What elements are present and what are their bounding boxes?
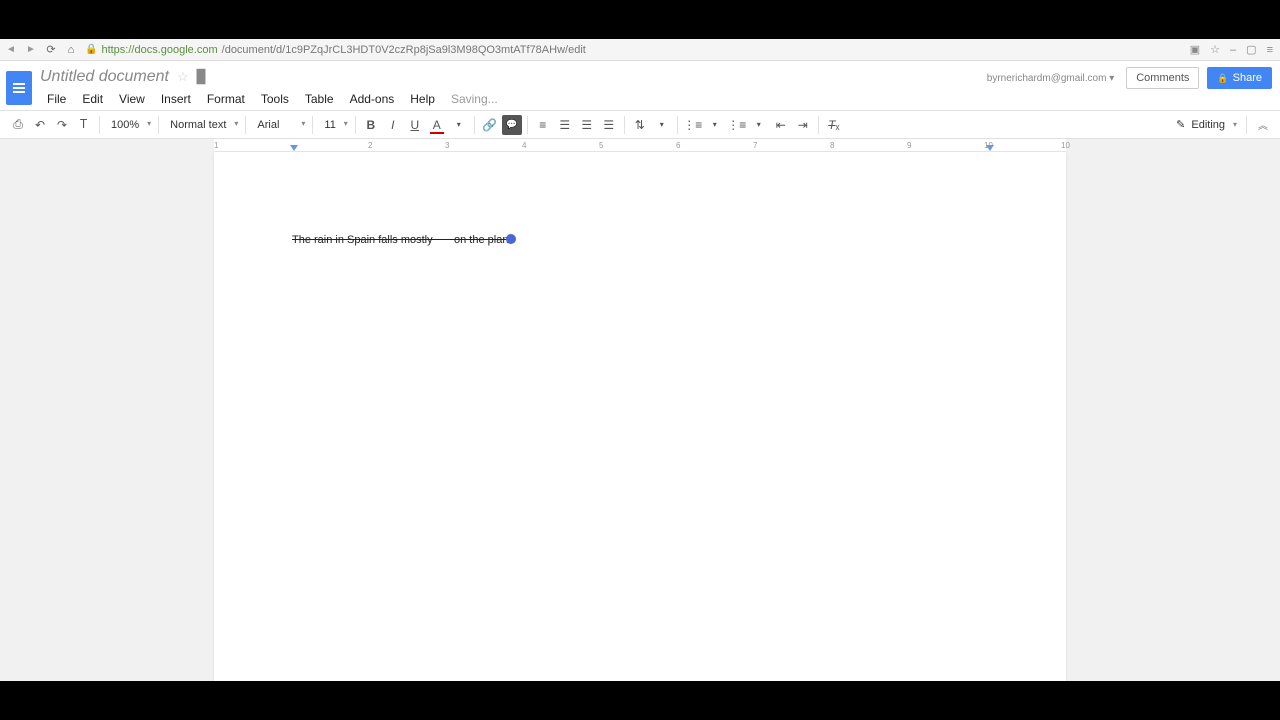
align-right-icon[interactable]: ☰: [577, 115, 597, 135]
minimize-icon[interactable]: –: [1228, 44, 1238, 56]
share-label: Share: [1233, 72, 1262, 84]
forward-arrow-icon[interactable]: ►: [25, 44, 37, 56]
document-page[interactable]: The rain in Spain falls mostly on the pl…: [214, 152, 1066, 681]
insert-comment-icon[interactable]: 💬: [502, 115, 522, 135]
ruler-tick: 1: [214, 141, 218, 150]
undo-icon[interactable]: ↶: [30, 115, 50, 135]
ruler-tick: 10: [1061, 141, 1070, 150]
numbered-list-dropdown-icon[interactable]: ▾: [705, 115, 725, 135]
url-domain: https://docs.google.com: [101, 44, 217, 56]
print-icon[interactable]: ⎙: [8, 115, 28, 135]
reader-icon[interactable]: ▣: [1188, 43, 1202, 56]
menu-insert[interactable]: Insert: [154, 89, 198, 109]
star-icon[interactable]: ☆: [177, 69, 189, 85]
font-size-select[interactable]: 11: [318, 117, 349, 133]
docs-logo-icon[interactable]: [6, 71, 32, 105]
ruler-tick: 3: [445, 141, 449, 150]
italic-button[interactable]: I: [383, 115, 403, 135]
ruler-tick: 7: [753, 141, 757, 150]
line-spacing-icon[interactable]: ⇅: [630, 115, 650, 135]
ruler-tick: 6: [676, 141, 680, 150]
paint-format-icon[interactable]: Ꭲ: [74, 115, 94, 135]
editing-mode-select[interactable]: ✎ Editing: [1170, 115, 1239, 134]
menu-tools[interactable]: Tools: [254, 89, 296, 109]
menu-addons[interactable]: Add-ons: [343, 89, 402, 109]
pencil-icon: ✎: [1176, 118, 1185, 131]
align-left-icon[interactable]: ≡: [533, 115, 553, 135]
comments-button[interactable]: Comments: [1126, 67, 1199, 89]
insert-link-icon[interactable]: 🔗: [480, 115, 500, 135]
paragraph-style-select[interactable]: Normal text: [164, 117, 240, 133]
user-email[interactable]: byrnerichardm@gmail.com ▾: [987, 73, 1114, 84]
lock-icon: 🔒: [85, 44, 97, 55]
browser-toolbar: ◄ ► ⟳ ⌂ 🔒 https://docs.google.com/docume…: [0, 39, 1280, 61]
ruler-tick: 2: [368, 141, 372, 150]
menu-view[interactable]: View: [112, 89, 152, 109]
bookmark-star-icon[interactable]: ☆: [1208, 43, 1222, 56]
increase-indent-icon[interactable]: ⇥: [793, 115, 813, 135]
collapse-toolbar-icon[interactable]: ︽: [1254, 115, 1272, 134]
ruler-tick: 10: [984, 141, 993, 150]
ruler-tick: 5: [599, 141, 603, 150]
maximize-icon[interactable]: ▢: [1244, 43, 1258, 56]
zoom-select[interactable]: 100%: [105, 117, 153, 133]
url-path: /document/d/1c9PZqJrCL3HDT0V2czRp8jSa9l3…: [222, 44, 586, 56]
menu-icon[interactable]: ≡: [1265, 44, 1275, 56]
save-status: Saving...: [444, 89, 505, 109]
text-color-button[interactable]: A: [427, 115, 447, 135]
menu-table[interactable]: Table: [298, 89, 341, 109]
voice-cursor-icon: [506, 234, 516, 244]
line-spacing-dropdown-icon[interactable]: ▾: [652, 115, 672, 135]
menu-file[interactable]: File: [40, 89, 73, 109]
share-button[interactable]: 🔒 Share: [1207, 67, 1272, 89]
home-icon[interactable]: ⌂: [65, 44, 77, 56]
lock-icon: 🔒: [1217, 73, 1228, 84]
left-indent-marker[interactable]: [290, 145, 298, 151]
underline-button[interactable]: U: [405, 115, 425, 135]
menu-bar: File Edit View Insert Format Tools Table…: [40, 89, 987, 109]
horizontal-ruler[interactable]: 1 2 3 4 5 6 7 8 9 10 10: [214, 139, 1066, 152]
menu-format[interactable]: Format: [200, 89, 252, 109]
editing-mode-label: Editing: [1191, 119, 1225, 131]
align-justify-icon[interactable]: ☰: [599, 115, 619, 135]
ruler-tick: 4: [522, 141, 526, 150]
redo-icon[interactable]: ↷: [52, 115, 72, 135]
app-header: Untitled document ☆ ▉ File Edit View Ins…: [0, 61, 1280, 111]
folder-icon[interactable]: ▉: [197, 69, 207, 85]
bulleted-list-icon[interactable]: ⋮≡: [727, 115, 747, 135]
font-select[interactable]: Arial: [251, 117, 307, 133]
reload-icon[interactable]: ⟳: [45, 44, 57, 56]
document-area: 1 2 3 4 5 6 7 8 9 10 10 The rain in Spai…: [0, 139, 1280, 681]
url-bar[interactable]: 🔒 https://docs.google.com/document/d/1c9…: [85, 44, 1180, 56]
menu-help[interactable]: Help: [403, 89, 442, 109]
bold-button[interactable]: B: [361, 115, 381, 135]
document-title[interactable]: Untitled document: [40, 68, 169, 86]
color-dropdown-icon[interactable]: ▾: [449, 115, 469, 135]
clear-formatting-icon[interactable]: Tₓ: [824, 115, 844, 135]
decrease-indent-icon[interactable]: ⇤: [771, 115, 791, 135]
back-arrow-icon[interactable]: ◄: [5, 44, 17, 56]
numbered-list-icon[interactable]: ⋮≡: [683, 115, 703, 135]
formatting-toolbar: ⎙ ↶ ↷ Ꭲ 100% Normal text Arial 11 B I U …: [0, 111, 1280, 139]
menu-edit[interactable]: Edit: [75, 89, 110, 109]
document-text[interactable]: The rain in Spain falls mostly on the pl…: [292, 234, 508, 246]
bulleted-list-dropdown-icon[interactable]: ▾: [749, 115, 769, 135]
ruler-tick: 9: [907, 141, 911, 150]
ruler-tick: 8: [830, 141, 834, 150]
align-center-icon[interactable]: ☰: [555, 115, 575, 135]
